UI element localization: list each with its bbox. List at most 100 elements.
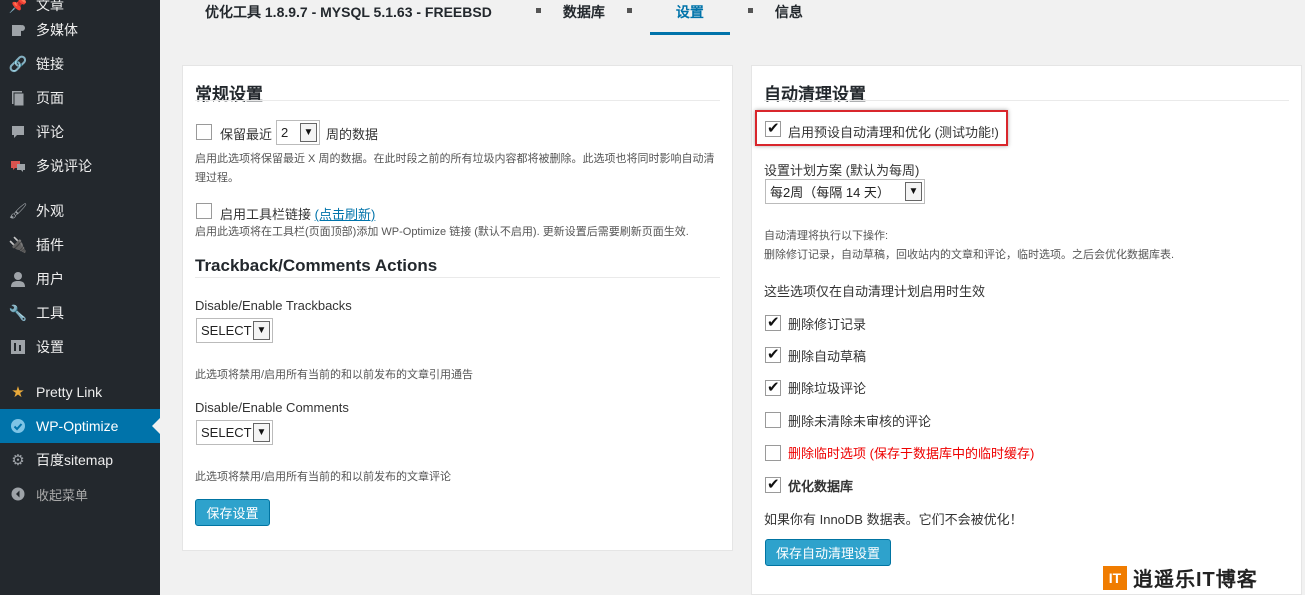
trackbacks-select[interactable]: SELECT ▼ (196, 318, 273, 343)
delete-unapproved-checkbox[interactable] (765, 412, 781, 428)
plugin-tabs: 优化工具 1.8.9.7 - MYSQL 5.1.63 - FREEBSD 数据… (205, 0, 803, 35)
save-auto-clean-button[interactable]: 保存自动清理设置 (765, 539, 891, 566)
keep-weeks-checkbox[interactable] (196, 124, 212, 140)
toolbar-link-checkbox[interactable] (196, 203, 212, 219)
keep-weeks-label: 保留最近 (220, 127, 273, 142)
keep-weeks-select[interactable]: 2 ▼ (276, 120, 320, 145)
tab-separator (535, 8, 541, 13)
auto-clean-description: 自动清理将执行以下操作: 删除修订记录，自动草稿，回收站内的文章和评论，临时选项… (764, 227, 1174, 265)
pin-icon: 📌 (8, 0, 28, 14)
comments-description: 此选项将禁用/启用所有当前的和以前发布的文章评论 (195, 471, 452, 483)
trackback-heading: Trackback/Comments Actions (195, 256, 438, 275)
watermark-text: 逍遥乐IT博客 (1133, 569, 1258, 591)
link-icon: 🔗 (8, 56, 28, 73)
sidebar-item-plugins[interactable]: 🔌 插件 (0, 228, 160, 262)
sidebar-item-label: 多媒体 (36, 22, 78, 38)
trackbacks-label: Disable/Enable Trackbacks (195, 298, 352, 313)
chevron-down-icon: ▼ (905, 182, 922, 201)
options-note: 这些选项仅在自动清理计划启用时生效 (764, 284, 986, 299)
comments-select-value: SELECT (201, 425, 252, 440)
auto-clean-heading: 自动清理设置 (764, 85, 866, 104)
highlight-annotation-box (755, 110, 1008, 146)
sidebar-item-appearance[interactable]: 🖌 外观 (0, 194, 160, 228)
sidebar-item-users[interactable]: 用户 (0, 262, 160, 296)
toolbar-link-row: 启用工具栏链接 (点击刷新) (220, 204, 375, 223)
schedule-select[interactable]: 每2周（每隔 14 天） ▼ (765, 179, 925, 204)
trackbacks-description: 此选项将禁用/启用所有当前的和以前发布的文章引用通告 (195, 369, 474, 381)
keep-weeks-description: 启用此选项将保留最近 X 周的数据。在此时段之前的所有垃圾内容都将被删除。此选项… (195, 153, 715, 184)
sidebar-item-label: Pretty Link (36, 384, 103, 400)
media-icon (8, 22, 28, 38)
general-settings-panel: 常规设置 保留最近 2 ▼ 周的数据 启用此选项将保留最近 X 周的数据。在此时… (182, 65, 733, 551)
page-icon (8, 90, 28, 106)
delete-revisions-checkbox[interactable] (765, 313, 781, 331)
tab-settings[interactable]: 设置 (649, 0, 730, 35)
collapse-arrow-icon (8, 487, 28, 501)
chevron-down-icon: ▼ (253, 321, 270, 340)
delete-transients-label: 删除临时选项 (保存于数据库中的临时缓存) (788, 446, 1035, 461)
auto-clean-desc-line1: 自动清理将执行以下操作: (764, 230, 889, 242)
sidebar-item-links[interactable]: 🔗 链接 (0, 47, 160, 81)
delete-revisions-label: 删除修订记录 (788, 317, 867, 332)
sidebar-item-label: 页面 (36, 90, 64, 106)
heading-divider (195, 277, 720, 278)
delete-spam-checkbox[interactable] (765, 378, 781, 396)
innodb-note: 如果你有 InnoDB 数据表。它们不会被优化！ (764, 512, 1023, 527)
optimize-database-label: 优化数据库 (788, 479, 854, 494)
sidebar-item-label: 评论 (36, 124, 64, 140)
auto-clean-desc-line2: 删除修订记录，自动草稿，回收站内的文章和评论，临时选项。之后会优化数据库表. (764, 249, 1175, 261)
comments-label: Disable/Enable Comments (195, 400, 349, 415)
brush-icon: 🖌 (8, 203, 28, 220)
settings-icon (8, 339, 28, 355)
collapse-menu-label: 收起菜单 (36, 487, 89, 503)
toolbar-link-label: 启用工具栏链接 (220, 207, 312, 222)
schedule-select-value: 每2周（每隔 14 天） (770, 185, 890, 200)
comment-icon (8, 124, 28, 140)
keep-weeks-value: 2 (281, 125, 289, 140)
heading-divider (195, 100, 720, 101)
sidebar-item-label: 链接 (36, 56, 64, 72)
toolbar-link-description: 启用此选项将在工具栏(页面顶部)添加 WP-Optimize 链接 (默认不启用… (195, 226, 689, 238)
heading-divider (764, 100, 1289, 101)
admin-sidebar: 📌 文章 多媒体 🔗 链接 页面 评论 多说评论 🖌 外观 🔌 插件 用户 🔧 … (0, 0, 160, 595)
sidebar-item-label: 插件 (36, 237, 64, 253)
sidebar-item-label: 多说评论 (36, 158, 92, 174)
user-icon (8, 271, 28, 287)
collapse-menu-button[interactable]: 收起菜单 (0, 477, 160, 511)
sidebar-item-comments[interactable]: 评论 (0, 115, 160, 149)
delete-unapproved-label: 删除未清除未审核的评论 (788, 414, 932, 429)
sidebar-item-media[interactable]: 多媒体 (0, 13, 160, 47)
tab-info[interactable]: 信息 (775, 0, 803, 30)
check-circle-icon (8, 418, 28, 434)
tab-database[interactable]: 数据库 (563, 0, 605, 30)
delete-drafts-label: 删除自动草稿 (788, 349, 867, 364)
sidebar-item-label: 用户 (36, 271, 64, 287)
refresh-link[interactable]: (点击刷新) (315, 207, 376, 222)
keep-weeks-suffix: 周的数据 (326, 127, 379, 142)
delete-transients-checkbox[interactable] (765, 445, 781, 461)
sidebar-item-settings[interactable]: 设置 (0, 330, 160, 364)
sidebar-item-baidu-sitemap[interactable]: ⚙ 百度sitemap (0, 443, 160, 477)
sidebar-item-label: 外观 (36, 203, 64, 219)
site-watermark: IT 逍遥乐IT博客 (1103, 563, 1258, 592)
sidebar-item-duoshuo[interactable]: 多说评论 (0, 149, 160, 183)
sidebar-item-pages[interactable]: 页面 (0, 81, 160, 115)
delete-spam-label: 删除垃圾评论 (788, 381, 867, 396)
trackbacks-select-value: SELECT (201, 323, 252, 338)
sidebar-item-tools[interactable]: 🔧 工具 (0, 296, 160, 330)
chevron-down-icon: ▼ (253, 423, 270, 442)
sidebar-item-label: WP-Optimize (36, 418, 119, 434)
star-icon: ★ (11, 384, 25, 401)
delete-drafts-checkbox[interactable] (765, 345, 781, 363)
sidebar-item-wp-optimize[interactable]: WP-Optimize (0, 409, 160, 443)
watermark-logo: IT (1103, 565, 1127, 590)
plugin-version-title: 优化工具 1.8.9.7 - MYSQL 5.1.63 - FREEBSD (205, 4, 492, 20)
optimize-database-checkbox[interactable] (765, 475, 781, 493)
comments-select[interactable]: SELECT ▼ (196, 420, 273, 445)
sidebar-item-label: 设置 (36, 339, 64, 355)
save-settings-button[interactable]: 保存设置 (195, 499, 270, 526)
chevron-down-icon: ▼ (300, 123, 317, 142)
sidebar-item-pretty-link[interactable]: ★ Pretty Link (0, 375, 160, 409)
duoshuo-icon (8, 158, 28, 174)
schedule-label: 设置计划方案 (默认为每周) (764, 163, 920, 178)
